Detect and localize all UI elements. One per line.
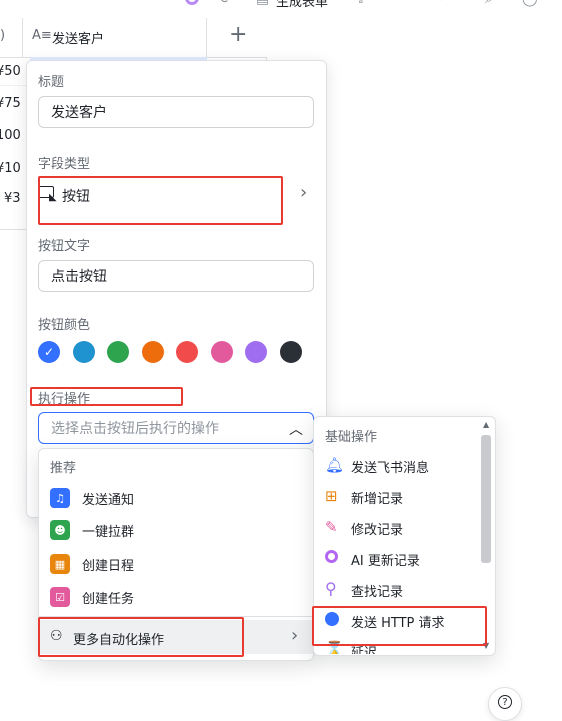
table-row[interactable]: ¥10 bbox=[0, 155, 26, 183]
menu-item-send-notification[interactable]: ♫ 发送通知 bbox=[50, 486, 300, 510]
menu-item-create-task[interactable]: ☑ 创建任务 bbox=[50, 585, 300, 609]
menu-item-label: 创建日程 bbox=[82, 559, 135, 574]
comment-icon[interactable]: ◯ bbox=[522, 0, 538, 7]
share-icon[interactable]: ⇪ bbox=[355, 0, 367, 7]
add-column-button[interactable]: + bbox=[229, 22, 247, 47]
generate-form-button[interactable]: 生成表单 bbox=[276, 0, 328, 10]
amount-cell: ¥50 bbox=[0, 64, 21, 79]
button-text-input[interactable]: 点击按钮 bbox=[38, 260, 314, 292]
refresh-icon[interactable]: ⟳ bbox=[220, 0, 232, 7]
button-text-label: 按钮文字 bbox=[38, 239, 91, 254]
color-palette: ✓ bbox=[38, 341, 308, 363]
title-input-value: 发送客户 bbox=[51, 105, 107, 121]
color-swatch-cyan[interactable] bbox=[73, 341, 95, 363]
menu-item-create-schedule[interactable]: ▦ 创建日程 bbox=[50, 552, 300, 576]
amount-cell: ¥75 bbox=[0, 96, 21, 111]
chevron-up-icon: ︿ bbox=[289, 422, 303, 438]
find-icon[interactable]: ⌕ bbox=[485, 0, 493, 7]
menu-item-label: 发送通知 bbox=[82, 493, 135, 508]
color-swatch-orange[interactable] bbox=[142, 341, 164, 363]
basic-operations-title: 基础操作 bbox=[325, 430, 378, 445]
submenu-item-ai-update-record[interactable]: AI 更新记录 bbox=[325, 547, 475, 571]
button-text-value: 点击按钮 bbox=[51, 269, 107, 285]
table-row[interactable]: ¥3 bbox=[0, 187, 26, 215]
color-swatch-red[interactable] bbox=[176, 341, 198, 363]
action-label-highlight-box bbox=[30, 387, 183, 406]
table-row[interactable]: ¥75 bbox=[0, 90, 26, 118]
prev-column-fragment: ) bbox=[0, 28, 6, 43]
action-select-placeholder: 选择点击按钮后执行的操作 bbox=[51, 421, 219, 437]
more-automation-highlight-box bbox=[38, 617, 244, 657]
help-button[interactable]: ? bbox=[488, 687, 522, 721]
amount-cell: ¥10 bbox=[0, 161, 21, 176]
undo-icon[interactable]: ↶ bbox=[402, 0, 414, 7]
field-type-label: 字段类型 bbox=[38, 157, 91, 172]
title-input[interactable]: 发送客户 bbox=[38, 96, 314, 128]
bell-icon: ♫ bbox=[50, 488, 70, 508]
submenu-item-label: 新增记录 bbox=[351, 492, 404, 507]
submenu-item-send-feishu-message[interactable]: 🔔︎ 发送飞书消息 bbox=[325, 454, 475, 478]
submenu-item-label: 修改记录 bbox=[351, 523, 404, 538]
submenu-scrollbar[interactable] bbox=[481, 435, 491, 563]
color-swatch-green[interactable] bbox=[107, 341, 129, 363]
add-record-icon: ⊞ bbox=[325, 487, 338, 505]
menu-item-label: 一键拉群 bbox=[82, 525, 135, 540]
submenu-item-edit-record[interactable]: ✎ 修改记录 bbox=[325, 516, 475, 540]
menu-item-label: 创建任务 bbox=[82, 592, 135, 607]
edit-icon: ✎ bbox=[325, 518, 338, 536]
chevron-right-icon: › bbox=[291, 625, 299, 646]
submenu-item-label: 查找记录 bbox=[351, 585, 404, 600]
chevron-right-icon[interactable]: › bbox=[300, 182, 307, 203]
send-http-highlight-box bbox=[312, 606, 487, 646]
task-checkbox-icon: ☑ bbox=[50, 587, 70, 607]
submenu-item-label: 发送飞书消息 bbox=[351, 461, 430, 476]
redo-icon[interactable]: ↷ bbox=[432, 0, 444, 7]
menu-item-create-group[interactable]: ☻ 一键拉群 bbox=[50, 518, 300, 542]
field-type-highlight-box bbox=[38, 176, 283, 225]
submenu-item-add-record[interactable]: ⊞ 新增记录 bbox=[325, 485, 475, 509]
toolbar: ⟳ ▤ 生成表单 ⇪ ↶ ↷ ⌕ ◯ bbox=[180, 0, 562, 10]
table-row[interactable]: ¥50 bbox=[0, 58, 26, 86]
amount-cell: ¥3 bbox=[4, 191, 21, 206]
text-field-type-icon: A≡ bbox=[32, 28, 52, 43]
title-label: 标题 bbox=[38, 75, 65, 90]
submenu-item-label: AI 更新记录 bbox=[351, 554, 420, 569]
color-swatch-blue[interactable]: ✓ bbox=[38, 341, 60, 363]
calendar-icon: ▦ bbox=[50, 554, 70, 574]
table-row[interactable]: 100 bbox=[0, 122, 26, 150]
form-icon[interactable]: ▤ bbox=[256, 0, 269, 7]
color-swatch-pink[interactable] bbox=[211, 341, 233, 363]
action-select[interactable]: 选择点击按钮后执行的操作 ︿ bbox=[38, 412, 314, 444]
search-icon: ⚲ bbox=[325, 579, 337, 598]
table-header-row: ) A≡ 发送客户 + bbox=[0, 18, 267, 58]
button-color-label: 按钮颜色 bbox=[38, 318, 91, 333]
column-divider bbox=[22, 18, 23, 58]
recommended-section-title: 推荐 bbox=[50, 461, 77, 476]
ai-color-icon[interactable] bbox=[185, 0, 199, 5]
column-divider bbox=[206, 18, 207, 58]
scroll-up-icon[interactable]: ▲ bbox=[483, 420, 489, 429]
ai-ring-icon bbox=[325, 550, 338, 563]
amount-cell: 100 bbox=[0, 128, 21, 143]
color-swatch-black[interactable] bbox=[280, 341, 302, 363]
column-header-send-customer[interactable]: 发送客户 bbox=[52, 28, 104, 47]
help-icon: ? bbox=[498, 695, 512, 709]
group-icon: ☻ bbox=[50, 520, 70, 540]
color-swatch-purple[interactable] bbox=[245, 341, 267, 363]
bell-outline-icon: 🔔︎ bbox=[325, 456, 345, 474]
submenu-item-find-record[interactable]: ⚲ 查找记录 bbox=[325, 578, 475, 602]
